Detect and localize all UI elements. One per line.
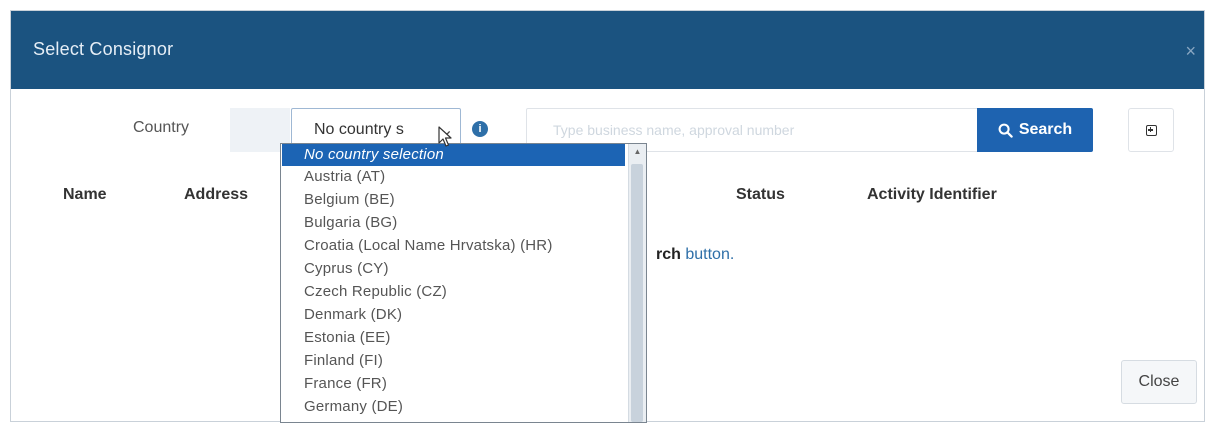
country-option[interactable]: Austria (AT) xyxy=(282,166,625,188)
country-option[interactable]: Belgium (BE) xyxy=(282,189,625,211)
country-option[interactable]: Denmark (DK) xyxy=(282,304,625,326)
country-dropdown-list[interactable]: No country selection Austria (AT) Belgiu… xyxy=(280,143,647,423)
column-header-status[interactable]: Status xyxy=(736,186,785,204)
dialog-title: Select Consignor xyxy=(33,39,174,59)
column-header-name[interactable]: Name xyxy=(63,186,107,204)
country-option[interactable]: Czech Republic (CZ) xyxy=(282,281,625,303)
empty-table-message: rch button. xyxy=(656,246,734,264)
scroll-up-arrow-icon[interactable]: ▲ xyxy=(629,144,646,160)
mouse-pointer-icon xyxy=(438,126,452,147)
country-option[interactable]: Germany (DE) xyxy=(282,396,625,418)
country-option[interactable]: Finland (FI) xyxy=(282,350,625,372)
info-icon[interactable]: i xyxy=(472,121,488,137)
country-label: Country xyxy=(133,119,190,136)
empty-message-rest: button. xyxy=(680,246,735,263)
search-button[interactable]: Search xyxy=(977,108,1093,152)
country-option[interactable]: Cyprus (CY) xyxy=(282,258,625,280)
close-button[interactable]: Close xyxy=(1121,360,1197,404)
plus-square-icon xyxy=(1145,124,1157,136)
column-header-activity-identifier[interactable]: Activity Identifier xyxy=(867,186,997,204)
country-option[interactable]: France (FR) xyxy=(282,373,625,395)
column-header-address[interactable]: Address xyxy=(184,186,248,204)
country-option[interactable]: Croatia (Local Name Hrvatska) (HR) xyxy=(282,235,625,257)
country-select-value: No country s xyxy=(314,121,404,138)
country-option[interactable]: Bulgaria (BG) xyxy=(282,212,625,234)
country-option[interactable]: Estonia (EE) xyxy=(282,327,625,349)
dropdown-scrollbar[interactable]: ▲ xyxy=(628,144,646,422)
empty-message-bold: rch xyxy=(656,246,681,263)
close-icon[interactable]: × xyxy=(1185,41,1196,62)
dialog-header: Select Consignor × xyxy=(11,11,1204,89)
expand-button[interactable] xyxy=(1128,108,1174,152)
country-option[interactable]: No country selection xyxy=(282,144,625,166)
scrollbar-thumb[interactable] xyxy=(631,164,643,422)
search-icon xyxy=(998,123,1013,138)
search-button-label: Search xyxy=(1018,121,1073,138)
